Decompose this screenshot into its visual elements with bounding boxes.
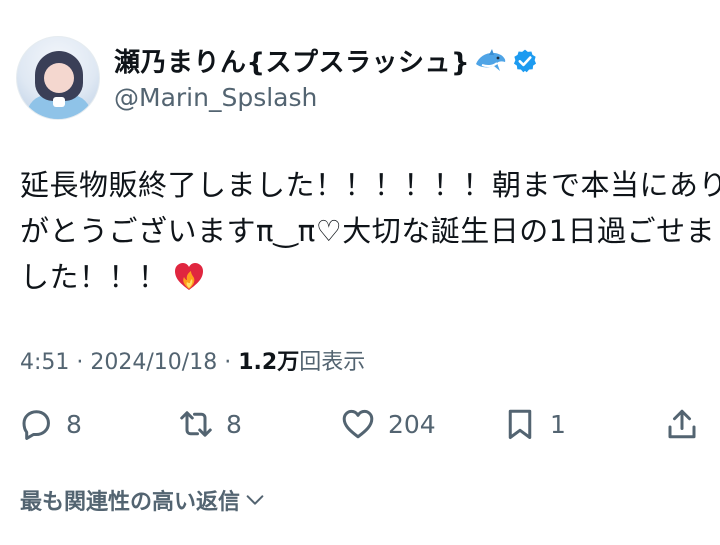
heart-on-fire-icon [174,263,203,290]
most-relevant-replies-sort[interactable]: 最も関連性の高い返信 [20,484,266,516]
author-handle[interactable]: @Marin_Spslash [114,83,538,112]
heart-icon [342,409,374,439]
share-icon [668,409,696,439]
meta-separator: · [224,350,232,375]
repost-count: 8 [226,409,242,439]
action-bar: 8 8 204 1 [0,400,720,448]
reply-icon [22,410,50,440]
like-button[interactable]: 204 [340,400,436,448]
author-names: 瀬乃まりん{スプスラッシュ} @Marin_Spslash [114,45,538,112]
bookmark-button[interactable]: 1 [502,400,566,448]
tweet-text-line: がとうございますπ‿π♡大切な誕生日の1日過ごせま [20,214,716,248]
display-name-row[interactable]: 瀬乃まりん{スプスラッシュ} [114,42,538,79]
reply-count: 8 [66,409,82,439]
reply-button[interactable]: 8 [18,400,82,448]
repost-button[interactable]: 8 [178,400,242,448]
tweet-time[interactable]: 4:51 [20,350,69,375]
sort-label: 最も関連性の高い返信 [20,490,241,515]
views-label[interactable]: 回表示 [299,350,365,375]
repost-icon [180,411,212,437]
tweet-text-line: 延長物販終了しました！！！！！！朝まで本当にあり [20,168,720,202]
avatar-face [44,63,74,93]
chevron-down-icon [246,495,264,505]
bookmark-count: 1 [550,409,566,439]
tweet-meta: 4:51 · 2024/10/18 · 1.2万回表示 [20,344,365,376]
dolphin-icon [476,48,506,71]
avatar[interactable] [16,36,100,120]
display-name[interactable]: 瀬乃まりん{スプスラッシュ} [114,42,470,79]
avatar-ribbon [53,97,65,107]
tweet-text-line: した！！！ [20,254,710,300]
bookmark-icon [508,409,532,439]
verified-badge-icon [513,49,537,72]
views-count[interactable]: 1.2万 [238,350,299,375]
share-button[interactable] [664,400,700,448]
meta-separator: · [76,350,84,375]
like-count: 204 [388,409,436,439]
tweet-header: 瀬乃まりん{スプスラッシュ} @Marin_Spslash [16,36,538,120]
tweet-date[interactable]: 2024/10/18 [90,350,217,375]
tweet-text-line-content: した！！！ [20,260,168,294]
tweet-text: 延長物販終了しました！！！！！！朝まで本当にあり がとうございますπ‿π♡大切な… [20,162,720,300]
